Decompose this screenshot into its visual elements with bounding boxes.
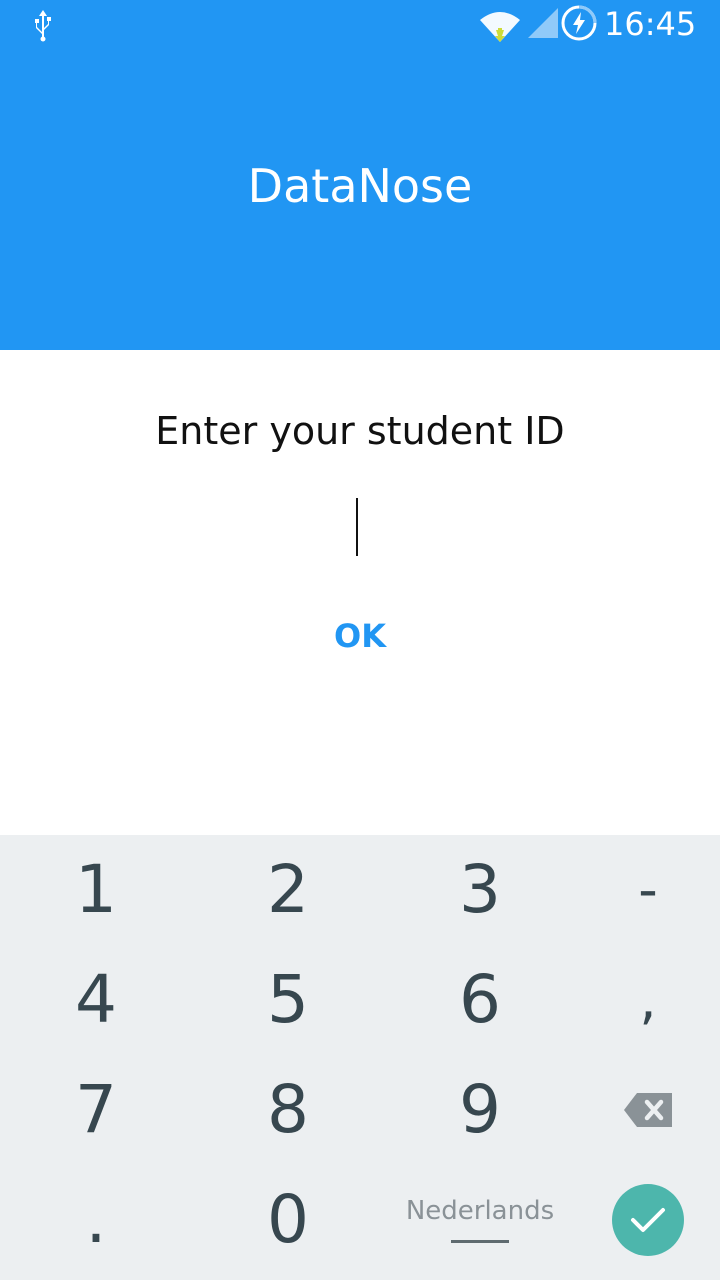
text-caret — [356, 498, 358, 556]
language-indicator — [451, 1239, 509, 1243]
key-0[interactable]: 0 — [198, 1165, 378, 1275]
signal-icon — [528, 8, 558, 38]
battery-charging-icon — [561, 5, 597, 41]
screen: 16:45 DataNose Enter your student ID OK … — [0, 0, 720, 1280]
key-2[interactable]: 2 — [198, 835, 378, 945]
key-3[interactable]: 3 — [390, 835, 570, 945]
usb-icon — [35, 10, 51, 42]
key-1[interactable]: 1 — [6, 835, 186, 945]
student-id-input[interactable] — [210, 490, 514, 564]
status-clock: 16:45 — [604, 5, 697, 43]
app-title: DataNose — [247, 159, 473, 213]
key-6[interactable]: 6 — [390, 945, 570, 1055]
key-5[interactable]: 5 — [198, 945, 378, 1055]
backspace-icon — [624, 1093, 672, 1127]
key-4[interactable]: 4 — [6, 945, 186, 1055]
key-comma[interactable]: , — [558, 945, 720, 1055]
done-button-circle — [612, 1184, 684, 1256]
key-dash[interactable]: - — [558, 835, 720, 945]
key-7[interactable]: 7 — [6, 1055, 186, 1165]
student-id-prompt: Enter your student ID — [155, 409, 565, 453]
language-switch-key[interactable]: Nederlands — [390, 1165, 570, 1275]
key-period[interactable]: . — [6, 1165, 186, 1275]
backspace-key[interactable] — [558, 1055, 720, 1165]
checkmark-icon — [631, 1208, 665, 1232]
key-9[interactable]: 9 — [390, 1055, 570, 1165]
done-key[interactable] — [558, 1165, 720, 1275]
ok-button[interactable]: OK — [300, 604, 420, 668]
app-header: 16:45 DataNose — [0, 0, 720, 350]
key-8[interactable]: 8 — [198, 1055, 378, 1165]
status-bar: 16:45 — [0, 0, 720, 48]
wifi-icon — [480, 12, 520, 42]
numeric-keyboard: 1 2 3 - 4 5 6 , 7 8 9 . 0 Nederlands — [0, 835, 720, 1280]
language-label: Nederlands — [405, 1195, 555, 1226]
